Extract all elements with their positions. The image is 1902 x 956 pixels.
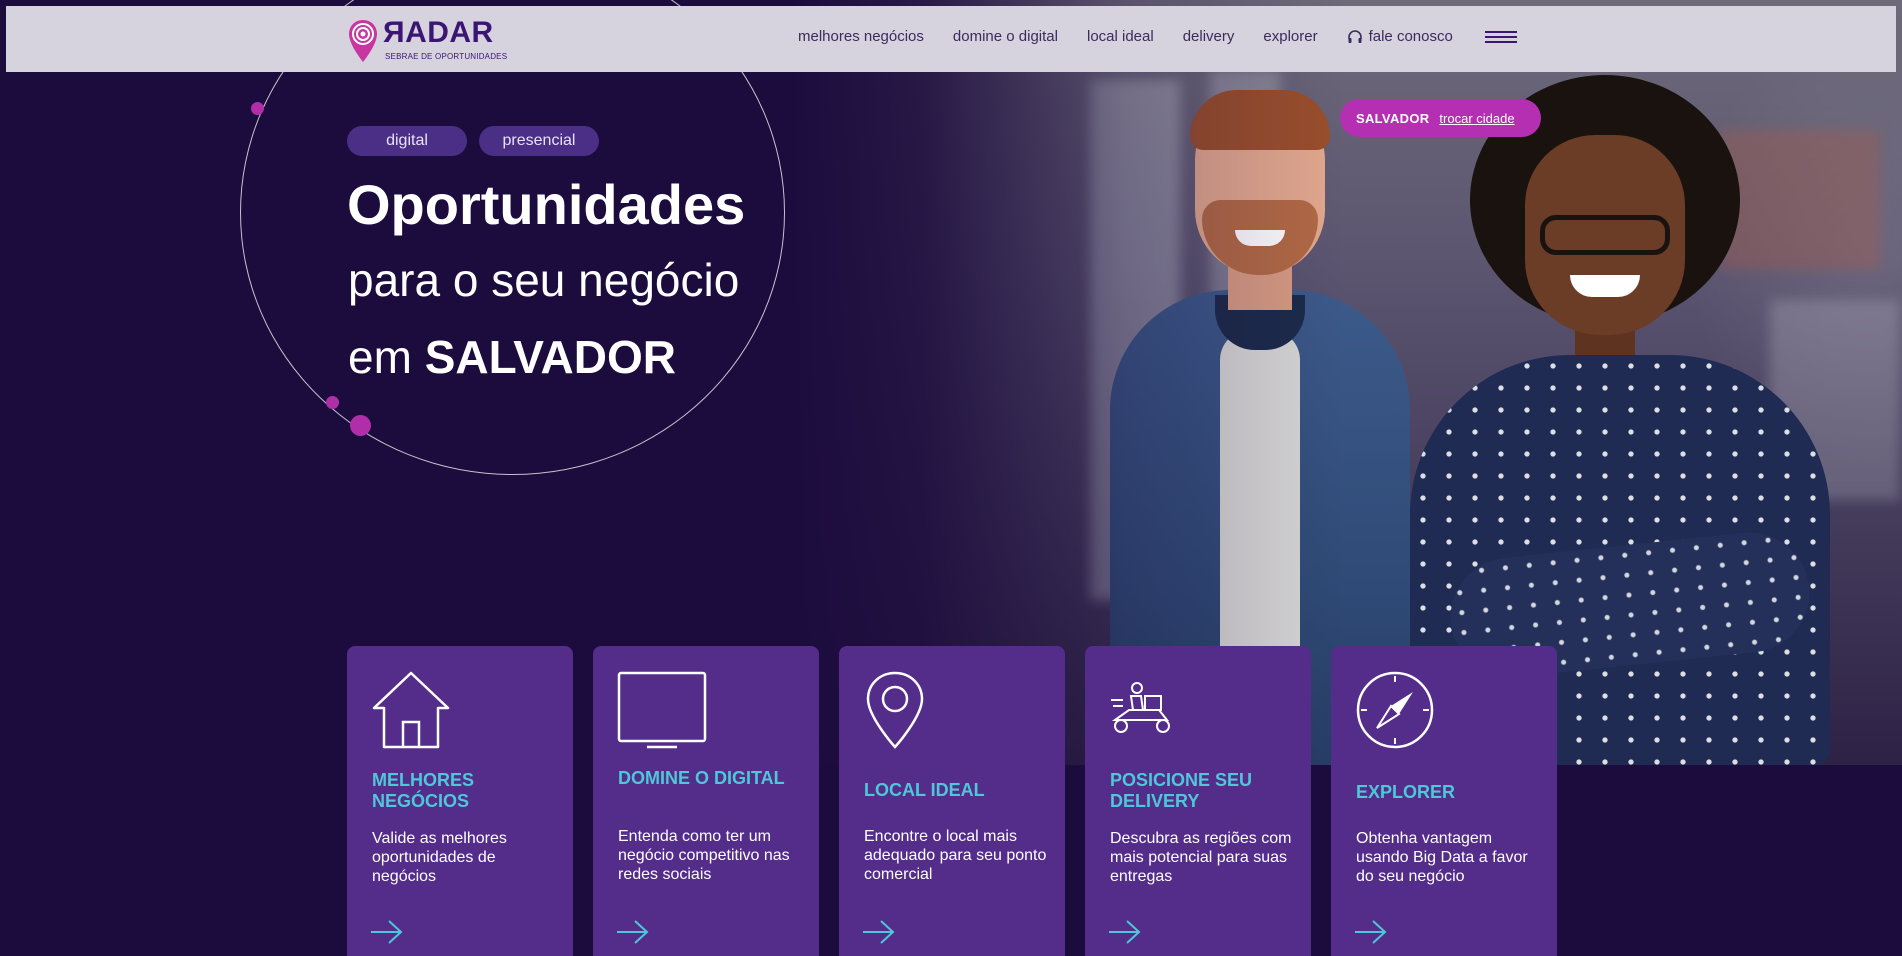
arrow-right-icon[interactable]: [369, 918, 405, 946]
brand-tagline: SEBRAE DE OPORTUNIDADES: [385, 52, 508, 61]
arrow-right-icon[interactable]: [1107, 918, 1143, 946]
chip-presencial[interactable]: presencial: [479, 126, 599, 156]
card-melhores-negocios[interactable]: MELHORES NEGÓCIOS Valide as melhores opo…: [347, 646, 573, 956]
card-posicione-seu-delivery[interactable]: POSICIONE SEU DELIVERY Descubra as regiõ…: [1085, 646, 1311, 956]
delivery-scooter-icon: [1111, 682, 1170, 733]
current-city: SALVADOR: [1356, 110, 1430, 126]
card-local-ideal[interactable]: LOCAL IDEAL Encontre o local mais adequa…: [839, 646, 1065, 956]
nav-link-domine-o-digital[interactable]: domine o digital: [953, 28, 1058, 45]
hero-city-prefix: em: [348, 331, 425, 383]
city-selector: SALVADOR trocar cidade: [1340, 99, 1541, 137]
chip-digital[interactable]: digital: [347, 126, 467, 156]
hero-headline: Oportunidades: [347, 173, 746, 236]
card-description: Entenda como ter um negócio competitivo …: [618, 828, 790, 883]
hero-city-name: SALVADOR: [424, 331, 676, 383]
card-description: Obtenha vantagem usando Big Data a favor…: [1356, 830, 1528, 885]
headset-icon: [1347, 29, 1362, 43]
card-domine-o-digital[interactable]: DOMINE O DIGITAL Entenda como ter um neg…: [593, 646, 819, 956]
orbit-dot: [326, 396, 339, 409]
arrow-right-icon[interactable]: [861, 918, 897, 946]
logo[interactable]: ЯADAR SEBRAE DE OPORTUNIDADES: [341, 14, 521, 64]
card-explorer[interactable]: EXPLORER Obtenha vantagem usando Big Dat…: [1331, 646, 1557, 956]
window-light: [1090, 80, 1180, 600]
orbit-dot: [350, 415, 371, 436]
nav-link-delivery[interactable]: delivery: [1183, 28, 1235, 45]
nav-link-melhores-negocios[interactable]: melhores negócios: [798, 28, 924, 45]
background-shelf: [1720, 130, 1880, 270]
house-icon: [372, 671, 450, 749]
change-city-link[interactable]: trocar cidade: [1439, 111, 1514, 126]
nav-link-explorer[interactable]: explorer: [1263, 28, 1317, 45]
window-light: [1210, 70, 1280, 330]
card-description: Valide as melhores oportunidades de negó…: [372, 830, 507, 885]
mode-chips: digital presencial: [347, 126, 599, 156]
location-pin-icon: [866, 671, 924, 749]
compass-icon: [1356, 671, 1434, 749]
hero-city-line: em SALVADOR: [348, 330, 676, 384]
arrow-right-icon[interactable]: [615, 918, 651, 946]
card-title: EXPLORER: [1356, 782, 1456, 802]
orbit-dot: [251, 102, 264, 115]
card-title: LOCAL IDEAL: [864, 780, 985, 800]
background-shelf: [1770, 300, 1900, 500]
card-title: POSICIONE SEU DELIVERY: [1110, 770, 1253, 811]
hero-subline: para o seu negócio: [348, 254, 740, 306]
arrow-right-icon[interactable]: [1353, 918, 1389, 946]
card-description: Encontre o local mais adequado para seu …: [864, 828, 1047, 883]
card-title: DOMINE O DIGITAL: [618, 768, 785, 788]
card-title: MELHORES NEGÓCIOS: [372, 770, 475, 811]
brand-name: ЯADAR: [383, 16, 494, 49]
nav-link-local-ideal[interactable]: local ideal: [1087, 28, 1154, 45]
monitor-icon: [617, 671, 707, 749]
top-navbar: ЯADAR SEBRAE DE OPORTUNIDADES melhores n…: [6, 6, 1896, 72]
radar-pin-icon: [349, 20, 377, 62]
feature-cards: MELHORES NEGÓCIOS Valide as melhores opo…: [347, 646, 1557, 956]
card-description: Descubra as regiões com mais potencial p…: [1110, 830, 1292, 885]
hamburger-menu-icon[interactable]: [1484, 30, 1517, 43]
nav-contact-link[interactable]: fale conosco: [1347, 28, 1453, 45]
nav-contact-label: fale conosco: [1368, 28, 1453, 45]
main-nav: melhores negócios domine o digital local…: [798, 28, 1517, 45]
